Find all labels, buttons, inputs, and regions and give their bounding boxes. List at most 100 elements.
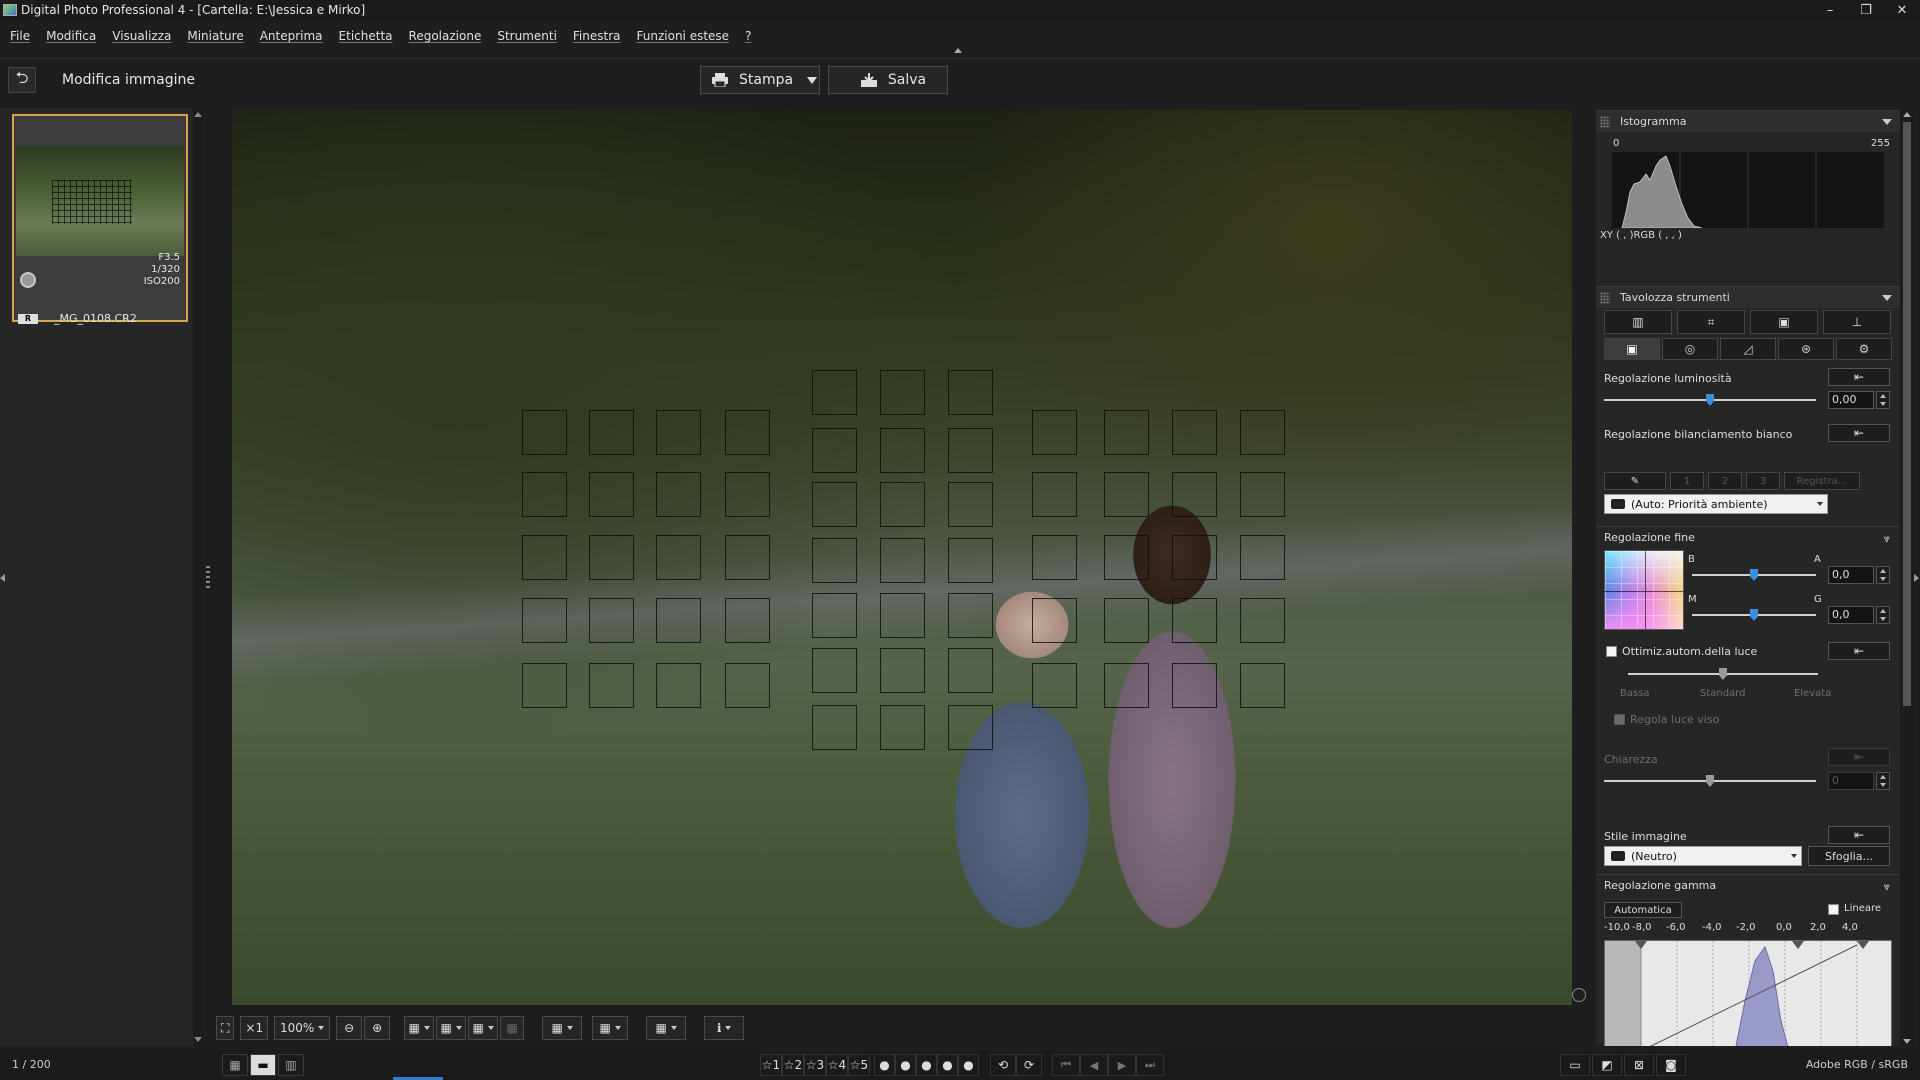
first-image-icon[interactable]: ⏮ [1052,1054,1080,1076]
menu-funzioni-estese[interactable]: Funzioni estese [629,29,738,43]
highlight-warning-button[interactable]: ▦ [646,1016,687,1040]
print-button[interactable]: Stampa [700,66,820,94]
minimize-icon[interactable]: – [1812,0,1848,20]
navigator-icon[interactable] [1572,988,1586,1002]
tool-panel-scrollbar[interactable] [1900,110,1914,1046]
star-5-button[interactable]: ● [958,1054,979,1076]
back-button[interactable]: ⮌ [8,67,36,93]
menu-help[interactable]: ? [737,29,759,43]
brightness-slider-knob[interactable] [1706,394,1714,406]
grid-layout-icon[interactable]: ▦ [222,1054,248,1076]
rating-1-button[interactable]: ☆1 [760,1054,782,1076]
tab-settings[interactable]: ⚙ [1836,338,1892,360]
clarity-value-field[interactable]: 0 [1828,772,1874,790]
histogram-header[interactable]: Istogramma [1596,110,1900,132]
save-button[interactable]: Salva [828,66,948,94]
thumbnail-card[interactable]: F3.5 1/320 ISO200 R _MG_0108.CR2 [12,114,188,325]
menu-regolazione[interactable]: Regolazione [401,29,490,43]
fit-screen-button[interactable]: ⛶ [216,1016,235,1040]
rotate-left-icon[interactable]: ⟲ [990,1054,1016,1076]
camera-icon[interactable]: ◙ [1656,1054,1686,1076]
alo-slider-knob[interactable] [1719,668,1727,680]
expand-right-icon[interactable] [1914,574,1919,582]
clarity-spinner[interactable] [1876,772,1890,790]
rating-4-button[interactable]: ☆4 [826,1054,848,1076]
menu-modifica[interactable]: Modifica [38,29,104,43]
ba-value-field[interactable]: 0,0 [1828,566,1874,584]
ba-slider-knob[interactable] [1750,569,1758,581]
grid-overlay-button[interactable]: ▦ [542,1016,583,1040]
print-dropdown-icon[interactable] [807,76,818,84]
ba-spinner[interactable] [1876,566,1890,584]
thumbnail-panel-icon[interactable]: ▭ [1560,1054,1590,1076]
next-image-icon[interactable]: ▶ [1108,1054,1136,1076]
star-3-button[interactable]: ● [916,1054,937,1076]
fine-adjust-header[interactable]: Regolazione fine ⩔ [1596,526,1900,548]
zoom-1x-button[interactable]: ×1 [240,1016,269,1040]
alo-reset-button[interactable]: ⇤ [1828,642,1890,660]
expand-left-icon[interactable] [0,574,5,582]
brightness-value-field[interactable]: 0,00 [1828,391,1874,409]
image-preview[interactable] [232,110,1572,1005]
star-1-button[interactable]: ● [874,1054,895,1076]
filmstrip-layout-icon[interactable]: ▥ [278,1054,304,1076]
wb-reset-button[interactable]: ⇤ [1828,424,1890,442]
clarity-slider-knob[interactable] [1706,775,1714,787]
gamma-curve-graph[interactable] [1604,940,1892,1046]
tab-tone-curve[interactable]: ◿ [1720,338,1776,360]
chevron-down-icon[interactable] [1882,295,1892,301]
gamma-header[interactable]: Regolazione gamma ⩔ [1596,874,1900,896]
rating-5-button[interactable]: ☆5 [848,1054,870,1076]
crop-icon[interactable]: ⌗ [1677,310,1745,334]
wb-preset-1[interactable]: 1 [1670,472,1704,490]
menu-anteprima[interactable]: Anteprima [252,29,331,43]
clarity-reset-button[interactable]: ⇤ [1828,748,1890,766]
gamma-linear-checkbox[interactable] [1828,904,1839,915]
menu-finestra[interactable]: Finestra [565,29,629,43]
wb-preset-2[interactable]: 2 [1708,472,1742,490]
restore-icon[interactable]: ❐ [1848,0,1884,20]
mg-slider-knob[interactable] [1750,609,1758,621]
rating-2-button[interactable]: ☆2 [782,1054,804,1076]
scroll-up-icon[interactable] [194,112,202,117]
star-2-button[interactable]: ● [895,1054,916,1076]
mg-spinner[interactable] [1876,606,1890,624]
tab-detail[interactable]: ◎ [1662,338,1718,360]
scroll-down-icon[interactable] [194,1037,202,1042]
scroll-up-icon[interactable] [1903,112,1911,117]
collapse-chevron-icon[interactable]: ⩔ [1884,880,1890,894]
af-frame-button[interactable]: ▦ [592,1016,629,1040]
wb-register-button[interactable]: Registra... [1784,472,1860,490]
tab-color[interactable]: ⊛ [1778,338,1834,360]
fullscreen-icon[interactable]: ⊠ [1624,1054,1654,1076]
info-button[interactable]: ℹ [704,1016,745,1040]
mg-value-field[interactable]: 0,0 [1828,606,1874,624]
gamma-auto-button[interactable]: Automatica [1604,902,1682,918]
menu-miniature[interactable]: Miniature [179,29,251,43]
wb-select[interactable]: (Auto: Priorità ambiente) [1604,494,1828,514]
thumbnail-image[interactable] [16,146,184,256]
alo-checkbox[interactable] [1606,646,1617,657]
basic-adjust-icon[interactable]: ▥ [1604,310,1672,334]
zoom-in-button[interactable]: ⊕ [364,1016,391,1040]
brightness-reset-button[interactable]: ⇤ [1828,368,1890,386]
star-4-button[interactable]: ● [937,1054,958,1076]
menu-strumenti[interactable]: Strumenti [489,29,565,43]
browse-button[interactable]: Sfoglia... [1808,846,1890,866]
brightness-spinner[interactable] [1876,391,1890,409]
scroll-down-icon[interactable] [1903,1039,1911,1044]
tab-basic[interactable]: ▣ [1604,338,1660,360]
single-layout-icon[interactable]: ▬ [250,1054,276,1076]
collapse-chevron-icon[interactable]: ⩔ [1884,532,1890,546]
close-icon[interactable]: ✕ [1884,0,1920,20]
check-mark-icon[interactable] [20,272,36,288]
thumbnail-scrollbar[interactable] [193,108,203,1046]
chevron-down-icon[interactable] [1882,119,1892,125]
collapse-toolbar-icon[interactable] [954,48,962,53]
lens-correction-icon[interactable]: ▣ [1750,310,1818,334]
zoom-out-button[interactable]: ⊖ [336,1016,363,1040]
tool-palette-header[interactable]: Tavolozza strumenti [1596,286,1900,308]
af-display-button[interactable]: ▦ [404,1016,435,1040]
eyedropper-icon[interactable]: ✎ [1604,472,1666,490]
compare-button[interactable]: ▦ [436,1016,467,1040]
